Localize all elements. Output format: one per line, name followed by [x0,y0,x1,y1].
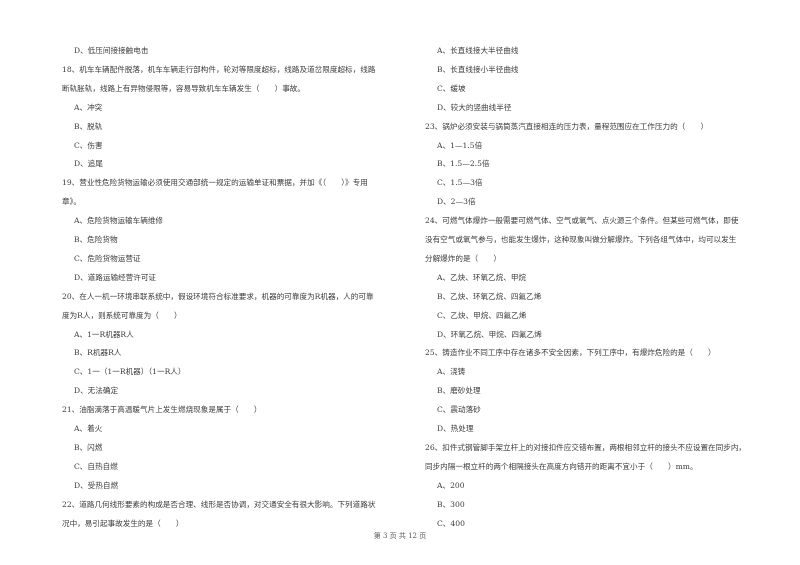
question-text: 度为R人，则系统可靠度为（ ） [62,310,182,320]
answer-option: C、1.5—3倍 [437,178,483,188]
answer-option: B、磨砂处理 [437,386,481,396]
answer-option: D、受热自燃 [74,480,119,490]
answer-option: B、闪燃 [74,442,103,452]
question-text: 断轨胀轨，线路上有异物侵限等，容易导致机车车辆发生（ ）事故。 [62,83,305,93]
question-text: 况中，易引起事故发生的是（ ） [62,518,184,528]
answer-option: D、热处理 [437,424,474,433]
answer-option: A、200 [437,480,465,490]
answer-option: C、400 [437,518,465,528]
question-text: 23、锅炉必须安装与锅筒蒸汽直接相连的压力表，量程范围应在工作压力的（ ） [425,121,709,131]
question-text: 20、在人一机一环境串联系统中，假设环境符合标准要求，机器的可靠度为R机器，人的… [62,291,374,301]
answer-option: D、2—3倍 [437,197,476,207]
answer-option: C、缓坡 [437,83,466,93]
answer-option: D、道路运输经营许可证 [74,272,157,282]
answer-option: D、无法确定 [74,386,119,396]
answer-option: D、环氧乙烷、甲烷、四氟乙烯 [437,329,542,339]
question-text: 同步内隔一根立杆的两个相隔接头在高度方向错开的距离不宜小于（ ）mm。 [425,461,698,471]
answer-option: D、追尾 [74,159,103,169]
answer-option: B、R机器R人 [74,348,122,358]
answer-option: C、震动落砂 [437,405,481,415]
answer-option: A、危险货物运输车辆维修 [74,216,164,226]
answer-option: C、乙炔、甲烷、四氟乙烯 [437,310,527,320]
question-text: 21、油脂滴落于高温暖气片上发生燃烧现象是属于（ ） [62,405,262,415]
answer-option: A、乙炔、环氧乙烷、甲烷 [437,272,527,282]
answer-option: B、乙炔、环氧乙烷、四氟乙烯 [437,291,542,301]
answer-option: A、长直线接大半径曲线 [437,46,519,55]
question-text: 章》。 [62,197,81,207]
question-text: 24、可燃气体爆炸一般需要可燃气体、空气或氧气、点火源三个条件。但某些可燃气体，… [425,216,739,226]
answer-option: B、300 [437,499,465,509]
answer-option: C、自热自燃 [74,461,118,471]
answer-option: B、脱轨 [74,121,103,131]
answer-option: A、1—1.5倍 [437,140,483,150]
answer-option: C、伤害 [74,140,103,150]
question-text: 没有空气或氧气参与，也能发生爆炸，这种现象叫做分解爆炸。下列各组气体中，均可以发… [425,235,737,244]
question-text: 19、营业性危险货物运输必须使用交通部统一规定的运输单证和票据，并加《（ ）》专… [62,178,368,188]
answer-option: A、冲突 [74,102,103,112]
answer-option: D、较大的竖曲线半径 [437,102,512,112]
answer-option: B、1.5—2.5倍 [437,159,490,169]
question-text: 25、铸造作业不同工序中存在诸多不安全因素，下列工序中，有爆炸危险的是（ ） [425,348,716,358]
answer-option: B、长直线接小半径曲线 [437,64,519,74]
question-text: 26、扣件式钢管脚手架立杆上的对接扣件应交错布置，两根相邻立杆的接头不应设置在同… [425,442,747,452]
question-text: 18、机车车辆配件脱落，机车车辆走行部构件，轮对等限度超标，线路及道岔限度超标，… [62,64,376,74]
answer-option: A、着火 [74,424,103,433]
answer-option: A、1一R机器R人 [74,329,134,339]
answer-option: D、低压间接接触电击 [74,46,149,55]
question-text: 22、道路几何线形要素的构成是否合理、线形是否协调，对交通安全有很大影响。下列道… [62,499,376,509]
answer-option: C、危险货物运营证 [74,253,141,263]
question-text: 分解爆炸的是（ ） [425,253,501,263]
answer-option: C、1一（1一R机器）（1一R人） [74,367,186,377]
answer-option: A、浇铸 [437,367,466,377]
answer-option: B、危险货物 [74,235,118,244]
page-footer: 第 3 页 共 12 页 [373,532,427,540]
